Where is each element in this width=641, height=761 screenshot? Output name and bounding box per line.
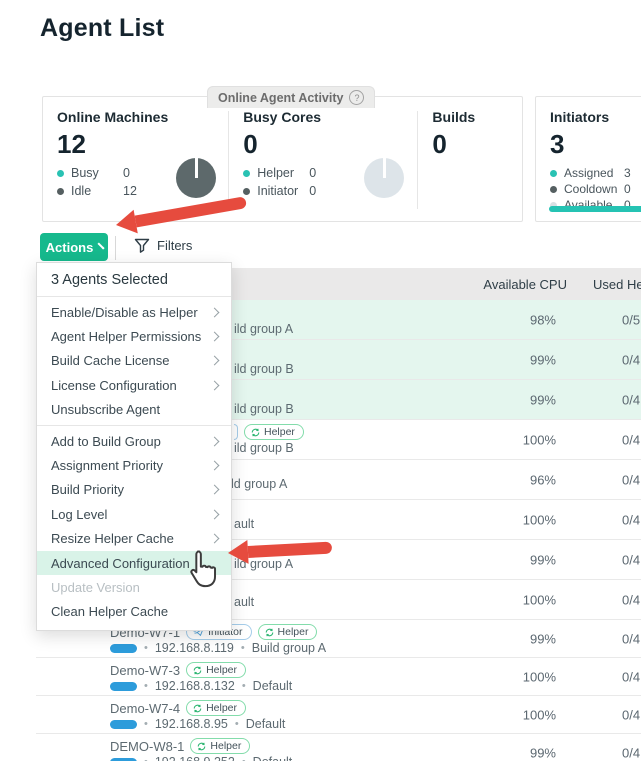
chevron-right-icon — [210, 485, 220, 495]
legend-cooldown: Cooldown 0 — [550, 182, 641, 196]
menu-divider — [37, 425, 231, 426]
dot-separator — [144, 642, 148, 654]
table-row-demo-w8-1[interactable]: DEMO-W8-1 Helper 192.168.9.252 Default 9… — [36, 734, 641, 761]
menu-item-agent-helper-permissions[interactable]: Agent Helper Permissions — [37, 324, 231, 348]
busy-dot-icon — [57, 170, 64, 177]
table-row-demo-w7-4[interactable]: Demo-W7-4 Helper 192.168.8.95 Default 10… — [36, 696, 641, 734]
dot-separator — [144, 680, 148, 692]
helper-icon — [251, 428, 260, 437]
menu-item-build-cache-license[interactable]: Build Cache License — [37, 349, 231, 373]
initiator-badge-partial — [234, 424, 238, 440]
busy-cores-value: 0 — [243, 129, 417, 159]
online-agent-activity-tab: Online Agent Activity ? — [207, 86, 375, 108]
chevron-right-icon — [210, 332, 220, 342]
helper-dot-icon — [243, 170, 250, 177]
cooldown-dot-icon — [550, 186, 557, 193]
chevron-right-icon — [210, 436, 220, 446]
page-title: Agent List — [40, 14, 164, 43]
filters-label: Filters — [157, 238, 192, 253]
dot-separator — [242, 680, 246, 692]
activity-tab-label: Online Agent Activity — [218, 91, 343, 105]
chevron-right-icon — [210, 307, 220, 317]
helper-icon — [265, 628, 274, 637]
agent-name: Demo-W7-3 — [110, 663, 180, 678]
helper-icon — [193, 704, 202, 713]
filters-button[interactable]: Filters — [134, 238, 192, 253]
column-available-cpu[interactable]: Available CPU — [483, 277, 567, 292]
menu-item-enable-disable-as-helper[interactable]: Enable/Disable as Helper — [37, 300, 231, 324]
agent-name: DEMO-W8-1 — [110, 739, 184, 754]
initiators-card: Initiators 3 Assigned 3 Cooldown 0 Avail… — [535, 96, 641, 222]
builds-title: Builds — [432, 109, 522, 125]
helper-badge: Helper — [186, 662, 246, 678]
helper-icon — [193, 666, 202, 675]
menu-item-license-configuration[interactable]: License Configuration — [37, 373, 231, 397]
hand-cursor-icon — [184, 549, 218, 589]
helper-badge: Helper — [186, 700, 246, 716]
chevron-right-icon — [210, 461, 220, 471]
windows-os-badge — [110, 682, 137, 691]
idle-dot-icon — [57, 188, 64, 195]
busy-cores-pie-chart — [364, 158, 404, 198]
menu-item-unsubscribe-agent[interactable]: Unsubscribe Agent — [37, 398, 231, 422]
dot-separator — [235, 718, 239, 730]
menu-item-add-to-build-group[interactable]: Add to Build Group — [37, 429, 231, 453]
chevron-right-icon — [210, 380, 220, 390]
agent-ip: 192.168.8.119 — [155, 641, 234, 655]
help-icon[interactable]: ? — [349, 90, 364, 105]
dot-separator — [242, 756, 246, 761]
online-machines-title: Online Machines — [57, 109, 228, 125]
agent-ip: 192.168.8.95 — [155, 717, 228, 731]
assigned-dot-icon — [550, 170, 557, 177]
agent-ip: 192.168.9.252 — [155, 755, 235, 761]
helper-badge: Helper — [258, 624, 318, 640]
dot-separator — [241, 642, 245, 654]
dot-separator — [144, 718, 148, 730]
agent-group: Default — [246, 717, 286, 731]
busy-cores-section: Busy Cores 0 Helper 0 Initiator 0 — [229, 97, 417, 221]
filter-funnel-icon — [134, 238, 150, 253]
actions-button[interactable]: Actions — [40, 233, 108, 261]
chevron-right-icon — [210, 509, 220, 519]
builds-value: 0 — [432, 129, 522, 159]
toolbar-divider — [115, 236, 116, 260]
agent-group: Build group A — [252, 641, 326, 655]
initiators-title: Initiators — [550, 109, 641, 125]
menu-item-resize-helper-cache[interactable]: Resize Helper Cache — [37, 527, 231, 551]
windows-os-badge — [110, 758, 137, 761]
chevron-down-icon — [98, 242, 105, 249]
menu-item-clean-helper-cache[interactable]: Clean Helper Cache — [37, 600, 231, 624]
agent-group: Default — [253, 755, 293, 761]
table-row-demo-w7-3[interactable]: Demo-W7-3 Helper 192.168.8.132 Default 1… — [36, 658, 641, 696]
agent-name: Demo-W7-4 — [110, 701, 180, 716]
menu-item-log-level[interactable]: Log Level — [37, 502, 231, 526]
column-used-helpers[interactable]: Used Help — [593, 277, 641, 292]
legend-assigned: Assigned 3 — [550, 166, 641, 180]
menu-item-build-priority[interactable]: Build Priority — [37, 478, 231, 502]
helper-icon — [197, 742, 206, 751]
windows-os-badge — [110, 644, 137, 653]
initiators-assigned-bar — [549, 206, 641, 212]
agent-ip: 192.168.8.132 — [155, 679, 235, 693]
helper-badge: Helper — [190, 738, 250, 754]
chevron-right-icon — [210, 356, 220, 366]
online-machines-pie-chart — [176, 158, 216, 198]
selected-agents-header: 3 Agents Selected — [37, 263, 231, 297]
chevron-right-icon — [210, 534, 220, 544]
agent-group: Default — [253, 679, 293, 693]
helper-badge: Helper — [244, 424, 304, 440]
agent-list-page: Agent List Online Agent Activity ? Onlin… — [0, 0, 641, 761]
busy-cores-title: Busy Cores — [243, 109, 417, 125]
online-machines-value: 12 — [57, 129, 228, 159]
initiators-value: 3 — [550, 129, 641, 159]
dot-separator — [144, 756, 148, 761]
menu-item-assignment-priority[interactable]: Assignment Priority — [37, 453, 231, 477]
windows-os-badge — [110, 720, 137, 729]
activity-card: Online Machines 12 Busy 0 Idle 12 Busy C… — [42, 96, 523, 222]
builds-section: Builds 0 — [418, 97, 522, 221]
